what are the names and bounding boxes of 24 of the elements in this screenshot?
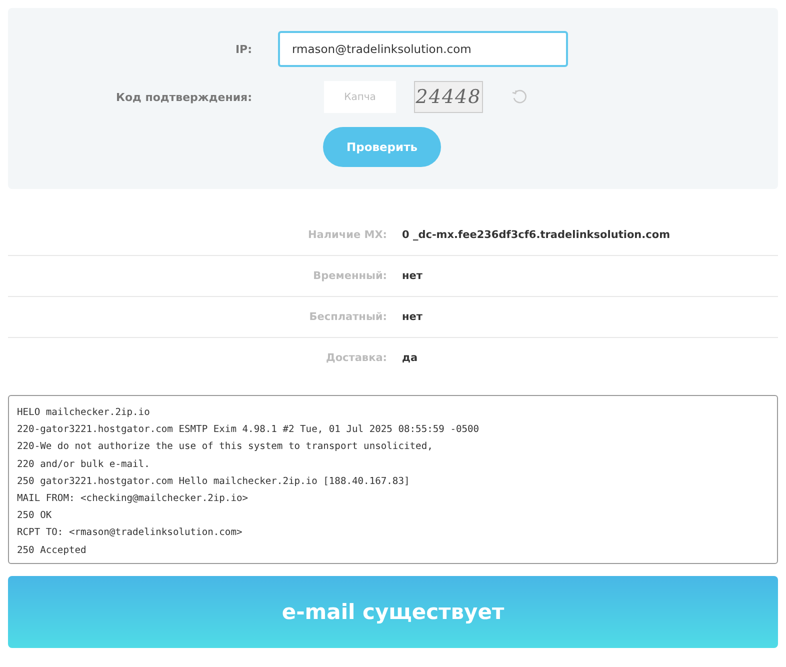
log-line: 220-gator3221.hostgator.com ESMTP Exim 4.98.1 #2 Tue, 01 Jul 2025 08:55:59 -0500 (17, 423, 480, 438)
log-line: HELO mailchecker.2ip.io (17, 406, 151, 420)
email-field[interactable]: rmason@tradelinksolution.com (278, 31, 568, 67)
log-line: 250 gator3221.hostgator.com Hello mailchecker.2ip.io [188.40.167.83] (17, 474, 411, 489)
refresh-icon[interactable] (511, 88, 529, 106)
log-line: 250 OK (17, 509, 53, 524)
result-label: Доставка: (324, 352, 387, 364)
verdict-banner: e-mail существует (8, 576, 778, 648)
result-value: 0 _dc-mx.fee236df3cf6.tradelinksolution.com (402, 229, 672, 241)
captcha-image: 24448 (414, 81, 483, 113)
field-label: Код подтверждения: (114, 90, 252, 104)
result-value: нет (402, 270, 424, 282)
log-line: 220-We do not authorize the use of this system to transport unsolicited, (17, 440, 434, 454)
log-line: MAIL FROM: <checking@mailchecker.2ip.io> (17, 492, 250, 506)
result-value: да (402, 352, 419, 364)
result-label: Бесплатный: (308, 311, 387, 323)
result-value: нет (402, 311, 424, 323)
log-line: RCPT TO: <rmason@tradelinksolution.com> (17, 526, 244, 540)
captcha-field[interactable]: Капча (324, 81, 396, 113)
log-line: 250 Accepted (17, 544, 88, 558)
result-label: Временный: (312, 270, 387, 282)
log-line: 220 and/or bulk e-mail. (17, 458, 151, 472)
result-label: Наличие MX: (306, 229, 387, 241)
field-label: IP: (234, 42, 252, 56)
